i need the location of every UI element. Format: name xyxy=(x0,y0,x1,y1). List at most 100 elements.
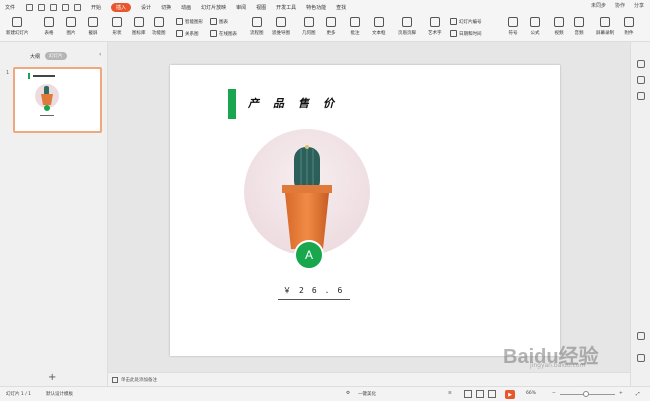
properties-icon[interactable] xyxy=(637,60,645,68)
wordart-icon xyxy=(429,17,440,27)
slide-title[interactable]: 产品售价 xyxy=(248,95,348,111)
notes-icon xyxy=(112,376,118,383)
tab-home[interactable]: 开始 xyxy=(91,4,101,11)
settings-icon[interactable] xyxy=(637,332,645,340)
shape-button[interactable]: 形状 xyxy=(112,17,122,36)
watermark-url: jingyan.baidu.com xyxy=(530,362,586,369)
relation-chart-icon xyxy=(176,30,183,37)
tab-insert[interactable]: 插入 xyxy=(111,2,132,12)
notes-bar[interactable]: 单击此处添加备注 xyxy=(108,372,630,386)
attachment-button[interactable]: 附件 xyxy=(624,17,634,36)
beautify-button[interactable]: 一键美化 xyxy=(358,391,376,397)
table-button[interactable]: 表格 xyxy=(44,17,54,36)
animation-pane-icon[interactable] xyxy=(637,76,645,84)
product-circle[interactable] xyxy=(244,129,370,255)
tab-outline[interactable]: 大纲 xyxy=(30,53,40,60)
search-tab[interactable]: 查找 xyxy=(336,4,346,11)
panel-tabs: 大纲 幻灯片 xyxy=(30,52,67,60)
screenshot-button[interactable]: 截屏 xyxy=(88,17,98,36)
notes-toggle-icon[interactable]: ≡ xyxy=(448,391,452,396)
textbox-button[interactable]: 文本框 xyxy=(372,17,386,36)
slide-panel: 大纲 幻灯片 ‹ 1 + xyxy=(0,42,108,386)
smart-art-icon xyxy=(176,18,183,25)
share-button[interactable]: 分享 xyxy=(634,2,644,9)
tab-review[interactable]: 审阅 xyxy=(236,4,246,11)
fit-icon[interactable]: ⤢ xyxy=(636,391,640,397)
slide[interactable]: 产品售价 A ￥26.6 xyxy=(170,65,560,356)
audio-icon xyxy=(574,17,584,27)
ribbon-toolbar: 新建幻灯片 表格 图片 截屏 形状 图标库 功能图 智能图形 关系图 图表 在线… xyxy=(0,14,650,42)
mindmap-button[interactable]: 思维导图 xyxy=(272,17,290,36)
option-badge[interactable]: A xyxy=(294,240,324,270)
collapse-panel-icon[interactable]: ‹ xyxy=(99,51,101,58)
fit-window-icon[interactable] xyxy=(637,354,645,362)
normal-view-button[interactable] xyxy=(464,390,472,398)
date-time-button[interactable]: 日期和时间 xyxy=(450,30,482,37)
function-chart-button[interactable]: 功能图 xyxy=(152,17,166,36)
preview-icon[interactable] xyxy=(50,3,58,11)
backup-icon[interactable] xyxy=(637,92,645,100)
menu-bar: 文件 开始 插入 设计 切换 动画 幻灯片放映 审阅 视图 开发工具 特色功能 … xyxy=(0,0,650,14)
zoom-in-icon[interactable]: + xyxy=(619,391,623,396)
icon-library-icon xyxy=(133,17,144,27)
function-chart-icon xyxy=(153,17,164,27)
sorter-view-button[interactable] xyxy=(476,390,484,398)
tab-slideshow[interactable]: 幻灯片放映 xyxy=(201,4,226,11)
zoom-out-icon[interactable]: − xyxy=(552,391,556,396)
editing-canvas: 产品售价 A ￥26.6 xyxy=(108,42,630,372)
add-slide-button[interactable]: + xyxy=(48,372,56,383)
picture-button[interactable]: 图片 xyxy=(66,17,76,36)
screen-record-button[interactable]: 屏幕录制 xyxy=(596,17,614,36)
slide-number-button[interactable]: 幻灯片编号 xyxy=(450,18,482,25)
smart-art-button[interactable]: 智能图形 xyxy=(176,18,203,25)
header-footer-button[interactable]: 页眉页脚 xyxy=(398,17,416,36)
cactus-image xyxy=(282,145,332,249)
relation-chart-button[interactable]: 关系图 xyxy=(176,30,199,37)
reading-view-button[interactable] xyxy=(488,390,496,398)
tab-developer[interactable]: 开发工具 xyxy=(276,4,296,11)
more-button[interactable]: 更多 xyxy=(326,17,336,36)
slide-count: 幻灯片 1 / 1 xyxy=(6,392,32,397)
comment-button[interactable]: 批注 xyxy=(350,17,360,36)
online-chart-button[interactable]: 在线图表 xyxy=(210,30,237,37)
video-button[interactable]: 视频 xyxy=(554,17,564,36)
new-slide-icon xyxy=(12,17,23,27)
undo-icon[interactable] xyxy=(62,3,70,11)
geometry-button[interactable]: 几何图 xyxy=(302,17,316,36)
zoom-slider-knob[interactable] xyxy=(583,391,589,397)
slide-thumbnail[interactable] xyxy=(13,67,102,133)
status-bar: 幻灯片 1 / 1 默认设计模板 ⚙ 一键美化 ≡ ▶ 66% − + ⤢ xyxy=(0,386,650,401)
print-icon[interactable] xyxy=(38,3,46,11)
formula-button[interactable]: 公式 xyxy=(530,17,540,36)
price-underline xyxy=(278,299,350,300)
online-chart-icon xyxy=(210,30,217,37)
tab-transition[interactable]: 切换 xyxy=(161,4,171,11)
beautify-icon[interactable]: ⚙ xyxy=(346,391,350,396)
new-slide-button[interactable]: 新建幻灯片 xyxy=(6,17,29,36)
slide-number: 1 xyxy=(6,70,10,76)
chart-button[interactable]: 图表 xyxy=(210,18,228,25)
table-icon xyxy=(44,17,54,27)
tab-design[interactable]: 设计 xyxy=(141,4,151,11)
sync-status[interactable]: 未同步 xyxy=(591,2,606,9)
tab-view[interactable]: 视图 xyxy=(256,4,266,11)
redo-icon[interactable] xyxy=(74,3,82,11)
shape-icon xyxy=(112,17,122,27)
tab-features[interactable]: 特色功能 xyxy=(306,4,326,11)
file-menu[interactable]: 文件 xyxy=(5,4,15,11)
title-accent-bar xyxy=(228,89,236,119)
tab-animation[interactable]: 动画 xyxy=(181,4,191,11)
symbol-button[interactable]: 符号 xyxy=(508,17,518,36)
icon-library-button[interactable]: 图标库 xyxy=(132,17,146,36)
screenshot-icon xyxy=(88,17,98,27)
flowchart-button[interactable]: 流程图 xyxy=(250,17,264,36)
tab-slides[interactable]: 幻灯片 xyxy=(45,52,67,60)
quick-access-toolbar xyxy=(26,3,86,11)
wordart-button[interactable]: 艺术字 xyxy=(428,17,442,36)
price-text[interactable]: ￥26.6 xyxy=(283,285,350,296)
collaborate-button[interactable]: 协作 xyxy=(615,2,625,9)
audio-button[interactable]: 音频 xyxy=(574,17,584,36)
save-icon[interactable] xyxy=(26,3,34,11)
right-sidebar xyxy=(630,42,650,386)
play-slideshow-button[interactable]: ▶ xyxy=(505,390,515,399)
